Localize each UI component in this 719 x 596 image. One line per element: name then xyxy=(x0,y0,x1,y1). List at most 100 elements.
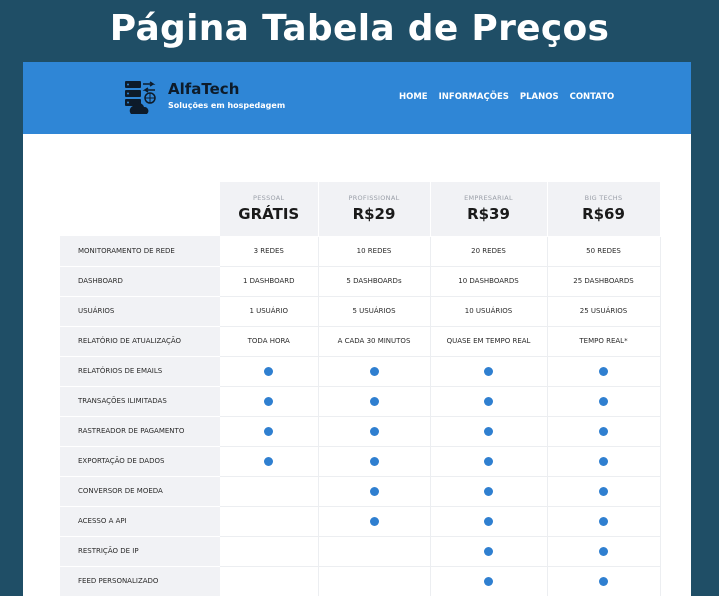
included-dot-icon xyxy=(369,486,379,496)
feature-label: DASHBOARD xyxy=(60,266,220,297)
feature-availability xyxy=(220,506,319,537)
included-dot-icon xyxy=(599,486,608,496)
plan-price: R$69 xyxy=(582,205,625,224)
table-row: USUÁRIOS 1 USUÁRIO 5 USUÁRIOS 10 USUÁRIOS 25… xyxy=(60,296,661,327)
included-dot-icon xyxy=(484,486,493,496)
included-dot-icon xyxy=(484,366,493,376)
feature-availability xyxy=(220,566,319,596)
included-dot-icon xyxy=(484,456,493,466)
table-row: RELATÓRIO DE ATUALIZAÇÃO TODA HORA A CADA … xyxy=(60,326,661,357)
nav-menu: HOME INFORMAÇÕES PLANOS CONTATO xyxy=(399,92,614,102)
feature-availability xyxy=(318,566,431,596)
included-dot-icon xyxy=(484,426,493,436)
nav-link-contato[interactable]: CONTATO xyxy=(570,92,615,102)
feature-availability xyxy=(318,416,431,447)
feature-availability xyxy=(318,476,431,507)
feature-availability xyxy=(547,446,661,477)
feature-value: 10 USUÁRIOS xyxy=(430,296,548,327)
feature-value: 5 USUÁRIOS xyxy=(318,296,431,327)
plan-price: R$29 xyxy=(352,205,396,224)
header-spacer xyxy=(60,182,220,236)
plan-name: PESSOAL xyxy=(253,194,285,203)
table-row: FEED PERSONALIZADO xyxy=(60,566,661,596)
feature-label: MONITORAMENTO DE REDE xyxy=(60,236,220,267)
feature-value: 10 REDES xyxy=(318,236,431,267)
nav-link-informacoes[interactable]: INFORMAÇÕES xyxy=(439,92,509,102)
included-dot-icon xyxy=(599,396,608,406)
feature-availability xyxy=(318,506,431,537)
feature-availability xyxy=(547,356,661,387)
feature-label: CONVERSOR DE MOEDA xyxy=(60,476,220,507)
table-row: ACESSO A API xyxy=(60,506,661,537)
feature-availability xyxy=(430,416,548,447)
feature-availability xyxy=(547,476,661,507)
plan-header-big-techs: BIG TECHS R$69 xyxy=(547,182,661,237)
feature-availability xyxy=(318,536,431,567)
brand-name: AlfaTech xyxy=(168,80,240,98)
feature-availability xyxy=(220,446,319,477)
feature-label: EXPORTAÇÃO DE DADOS xyxy=(60,446,220,477)
feature-label: RESTRIÇÃO DE IP xyxy=(60,536,220,567)
feature-availability xyxy=(318,446,431,477)
feature-value: 1 DASHBOARD xyxy=(220,266,319,297)
feature-availability xyxy=(430,356,548,387)
feature-availability xyxy=(430,446,548,477)
feature-value: A CADA 30 MINUTOS xyxy=(318,326,431,357)
feature-value: 10 DASHBOARDS xyxy=(430,266,548,297)
feature-value: QUASE EM TEMPO REAL xyxy=(430,326,548,357)
feature-value: 25 DASHBOARDS xyxy=(547,266,661,297)
feature-label: RASTREADOR DE PAGAMENTO xyxy=(60,416,220,447)
plan-price: GRÁTIS xyxy=(238,205,300,224)
pricing-table: PESSOAL GRÁTIS PROFISSIONAL R$29 EMPRESA… xyxy=(60,182,661,596)
feature-availability xyxy=(430,536,548,567)
included-dot-icon xyxy=(599,576,608,586)
nav-link-home[interactable]: HOME xyxy=(399,92,428,102)
included-dot-icon xyxy=(369,366,379,376)
table-row: RESTRIÇÃO DE IP xyxy=(60,536,661,567)
feature-label: RELATÓRIO DE ATUALIZAÇÃO xyxy=(60,326,220,357)
included-dot-icon xyxy=(264,366,274,376)
included-dot-icon xyxy=(369,516,379,526)
feature-value: 1 USUÁRIO xyxy=(220,296,319,327)
feature-availability xyxy=(318,386,431,417)
feature-availability xyxy=(547,566,661,596)
page-title: Página Tabela de Preços xyxy=(109,8,610,49)
included-dot-icon xyxy=(264,426,274,436)
feature-label: TRANSAÇÕES ILIMITADAS xyxy=(60,386,220,417)
plan-name: EMPRESARIAL xyxy=(464,194,513,203)
feature-availability xyxy=(430,566,548,596)
brand-tagline: Soluções em hospedagem xyxy=(168,101,286,110)
included-dot-icon xyxy=(484,576,493,586)
included-dot-icon xyxy=(264,456,274,466)
included-dot-icon xyxy=(369,396,379,406)
feature-value: 25 USUÁRIOS xyxy=(547,296,661,327)
feature-availability xyxy=(220,536,319,567)
pricing-header-row: PESSOAL GRÁTIS PROFISSIONAL R$29 EMPRESA… xyxy=(60,182,661,237)
feature-label: USUÁRIOS xyxy=(60,296,220,327)
plan-name: PROFISSIONAL xyxy=(348,194,400,203)
feature-label: FEED PERSONALIZADO xyxy=(60,566,220,596)
included-dot-icon xyxy=(369,426,379,436)
table-row: RASTREADOR DE PAGAMENTO xyxy=(60,416,661,447)
included-dot-icon xyxy=(599,366,608,376)
navbar: AlfaTech Soluções em hospedagem HOME INF… xyxy=(23,62,691,134)
plan-header-empresarial: EMPRESARIAL R$39 xyxy=(430,182,548,237)
included-dot-icon xyxy=(599,456,608,466)
plan-header-pessoal: PESSOAL GRÁTIS xyxy=(220,182,319,237)
included-dot-icon xyxy=(599,516,608,526)
feature-value: TODA HORA xyxy=(220,326,319,357)
feature-availability xyxy=(220,416,319,447)
feature-availability xyxy=(220,476,319,507)
included-dot-icon xyxy=(369,456,379,466)
feature-availability xyxy=(547,506,661,537)
table-row: MONITORAMENTO DE REDE 3 REDES 10 REDES 20 R… xyxy=(60,236,661,267)
feature-availability xyxy=(220,356,319,387)
website-frame: AlfaTech Soluções em hospedagem HOME INF… xyxy=(23,62,691,596)
feature-label: RELATÓRIOS DE EMAILS xyxy=(60,356,220,387)
included-dot-icon xyxy=(599,426,608,436)
plan-price: R$39 xyxy=(467,205,510,224)
feature-availability xyxy=(547,416,661,447)
nav-link-planos[interactable]: PLANOS xyxy=(520,92,559,102)
included-dot-icon xyxy=(599,546,608,556)
feature-availability xyxy=(318,356,431,387)
